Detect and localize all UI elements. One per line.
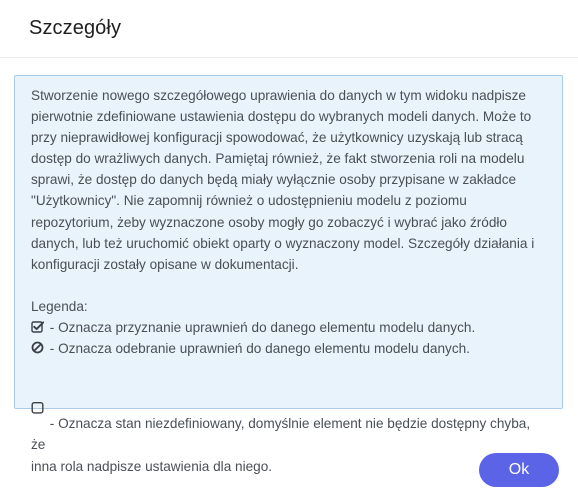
checked-box-icon <box>31 320 44 333</box>
legend-item-granted: - Oznacza przyznanie uprawnień do danego… <box>31 317 548 338</box>
info-description: Stworzenie nowego szczegółowego uprawien… <box>31 88 535 272</box>
legend-item-undefined-text: - Oznacza stan niezdefiniowany, domyślni… <box>31 416 531 474</box>
info-box: Stworzenie nowego szczegółowego uprawien… <box>14 75 563 474</box>
legend-item-revoked: - Oznacza odebranie uprawnień do danego … <box>31 338 548 359</box>
ok-button[interactable]: Ok <box>479 453 559 487</box>
legend-item-granted-text: - Oznacza przyznanie uprawnień do danego… <box>46 319 476 335</box>
legend-item-undefined: - Oznacza stan niezdefiniowany, domyślni… <box>31 359 548 476</box>
legend-title: Legenda: <box>31 298 88 314</box>
empty-box-icon <box>31 380 44 414</box>
dialog-title: Szczegóły <box>29 17 122 39</box>
dialog-header: Szczegóły <box>0 0 578 58</box>
ban-icon <box>31 341 44 354</box>
legend-item-revoked-text: - Oznacza odebranie uprawnień do danego … <box>46 341 470 357</box>
details-dialog: Szczegóły Stworzenie nowego szczegółoweg… <box>0 0 578 496</box>
